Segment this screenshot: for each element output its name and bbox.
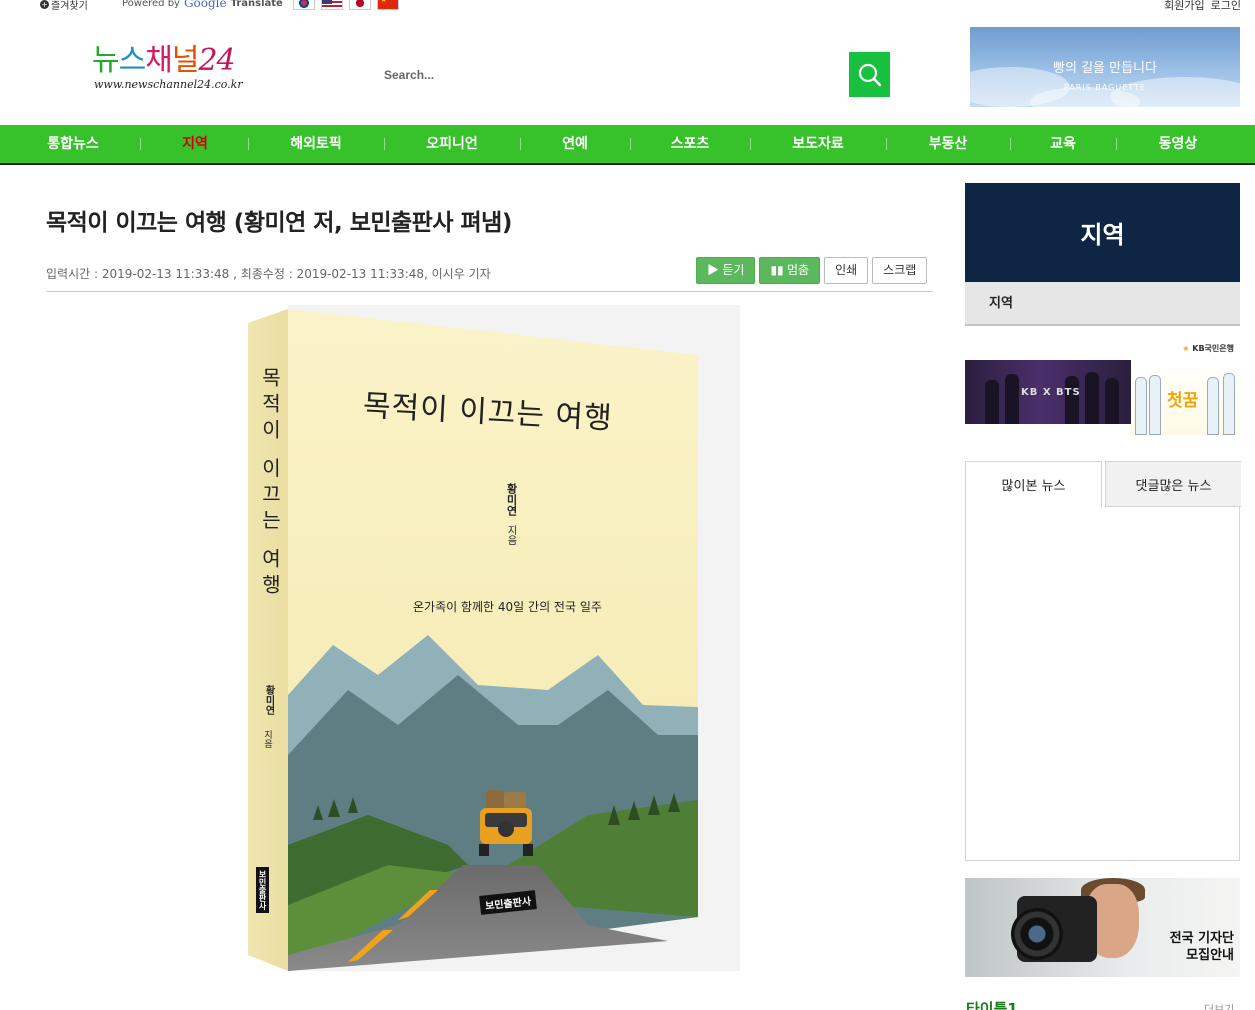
translate-label: Translate xyxy=(230,0,283,9)
nav-item-opinion[interactable]: 오피니언 xyxy=(404,125,500,163)
popular-news-tabs: 많이본 뉴스 댓글많은 뉴스 xyxy=(965,461,1241,861)
us-flag-icon[interactable] xyxy=(321,0,343,10)
scrap-button[interactable]: 스크랩 xyxy=(872,257,928,284)
book-cover-author: 황미연 xyxy=(505,483,518,516)
nav-item-video[interactable]: 동영상 xyxy=(1136,125,1220,163)
stop-label: 멈춤 xyxy=(786,263,810,277)
listen-button[interactable]: ▶ 듣기 xyxy=(696,257,756,284)
kb-star-icon: ★ xyxy=(1182,344,1190,353)
plus-icon: + xyxy=(40,0,49,9)
camera-lens-icon xyxy=(1011,908,1063,960)
print-button[interactable]: 인쇄 xyxy=(824,257,869,284)
google-logo: Google xyxy=(183,0,227,10)
book-spine-author: 황미연 xyxy=(263,685,274,715)
kb-bank-label: ★ KB국민은행 xyxy=(1182,344,1234,353)
section-header: 지역 xyxy=(965,183,1240,282)
ad-slogan: 빵의 길을 만듭니다 xyxy=(1053,61,1157,76)
kb-bts-image: KB X BTS xyxy=(965,360,1131,424)
stop-button[interactable]: ▮▮ 멈춤 xyxy=(759,257,821,284)
nav-item-region[interactable]: 지역 xyxy=(160,125,230,163)
signup-link[interactable]: 회원가입 xyxy=(1164,0,1204,13)
top-utility-bar: + 즐겨찾기 Powered by Google Translate 회원가입 … xyxy=(0,0,1255,14)
book-cover-image: 목적이 이끄는 여행 황미연 지음 온가족이 함께한 40일 간의 전국 일주 … xyxy=(248,305,740,971)
nav-item-real-estate[interactable]: 부동산 xyxy=(906,125,990,163)
reporter-recruit-banner[interactable]: 전국 기자단 모집안내 xyxy=(965,878,1240,977)
search-input[interactable] xyxy=(384,66,834,84)
logo-name: 뉴스채널 xyxy=(92,43,199,78)
search-icon xyxy=(858,63,881,86)
bookmark-label: 즐겨찾기 xyxy=(51,1,88,12)
logo-text: 뉴스채널24 xyxy=(92,44,243,78)
ad-brand: PARIS BAGUETTE xyxy=(1064,83,1146,92)
nav-item-education[interactable]: 교육 xyxy=(1030,125,1096,163)
tab-most-commented[interactable]: 댓글많은 뉴스 xyxy=(1105,461,1241,507)
book-spine-author-suffix: 지음 xyxy=(262,730,272,748)
section-sub-link[interactable]: 지역 xyxy=(965,282,1240,326)
login-link[interactable]: 로그인 xyxy=(1211,0,1241,13)
google-translate-widget[interactable]: Powered by Google Translate xyxy=(122,0,283,10)
article-meta: 입력시간 : 2019-02-13 11:33:48 , 최종수정 : 2019… xyxy=(46,267,491,281)
nav-item-press-release[interactable]: 보도자료 xyxy=(770,125,866,163)
logo-number: 24 xyxy=(198,43,235,78)
bookmark-link[interactable]: + 즐겨찾기 xyxy=(40,0,88,12)
powered-by-label: Powered by xyxy=(122,0,180,9)
site-logo[interactable]: 뉴스채널24 www.newschannel24.co.kr xyxy=(92,44,243,92)
nav-item-entertainment[interactable]: 연예 xyxy=(540,125,610,163)
kb-dream-word: 첫꿈 xyxy=(1167,391,1199,411)
nav-item-overseas-topics[interactable]: 해외토픽 xyxy=(268,125,364,163)
japan-flag-icon[interactable] xyxy=(349,0,371,10)
article-title: 목적이 이끄는 여행 (황미연 저, 보민출판사 펴냄) xyxy=(46,210,512,236)
paris-baguette-ad-banner[interactable]: 빵의 길을 만듭니다 PARIS BAGUETTE xyxy=(970,27,1240,107)
main-navigation: 통합뉴스 지역 해외토픽 오피니언 연예 스포츠 보도자료 부동산 교육 동영상 xyxy=(0,125,1255,165)
search-button[interactable] xyxy=(849,52,890,97)
pause-icon: ▮▮ xyxy=(770,263,787,277)
widget-title: 타이틀1 xyxy=(966,1000,1018,1010)
kb-bts-mark: KB X BTS xyxy=(1021,387,1081,398)
korean-flag-icon[interactable] xyxy=(293,0,315,10)
logo-url: www.newschannel24.co.kr xyxy=(94,78,243,91)
kb-bts-ad-banner[interactable]: ★ KB국민은행 KB X BTS 첫꿈 xyxy=(965,343,1240,435)
china-flag-icon[interactable] xyxy=(377,0,399,10)
kb-dream-image: 첫꿈 xyxy=(1131,360,1240,435)
more-link[interactable]: 더보기 xyxy=(1204,1001,1234,1010)
listen-label: 듣기 xyxy=(722,263,745,277)
nav-item-integrated-news[interactable]: 통합뉴스 xyxy=(30,125,116,163)
tab-most-viewed[interactable]: 많이본 뉴스 xyxy=(966,461,1102,507)
language-flags xyxy=(293,0,405,10)
book-spine-title: 목적이 이끄는 여행 xyxy=(258,367,282,600)
book-cover-author-suffix: 지음 xyxy=(505,525,516,545)
reporter-recruit-text: 전국 기자단 모집안내 xyxy=(1169,931,1234,963)
book-cover-subtitle: 온가족이 함께한 40일 간의 전국 일주 xyxy=(413,600,602,614)
article-tools: ▶ 듣기 ▮▮ 멈춤 인쇄 스크랩 xyxy=(696,257,928,284)
account-links: 회원가입 로그인 xyxy=(1164,0,1241,13)
nav-item-sports[interactable]: 스포츠 xyxy=(650,125,730,163)
divider xyxy=(46,291,933,292)
book-spine-publisher: 보민출판사 xyxy=(256,867,269,913)
play-icon: ▶ xyxy=(707,263,723,277)
